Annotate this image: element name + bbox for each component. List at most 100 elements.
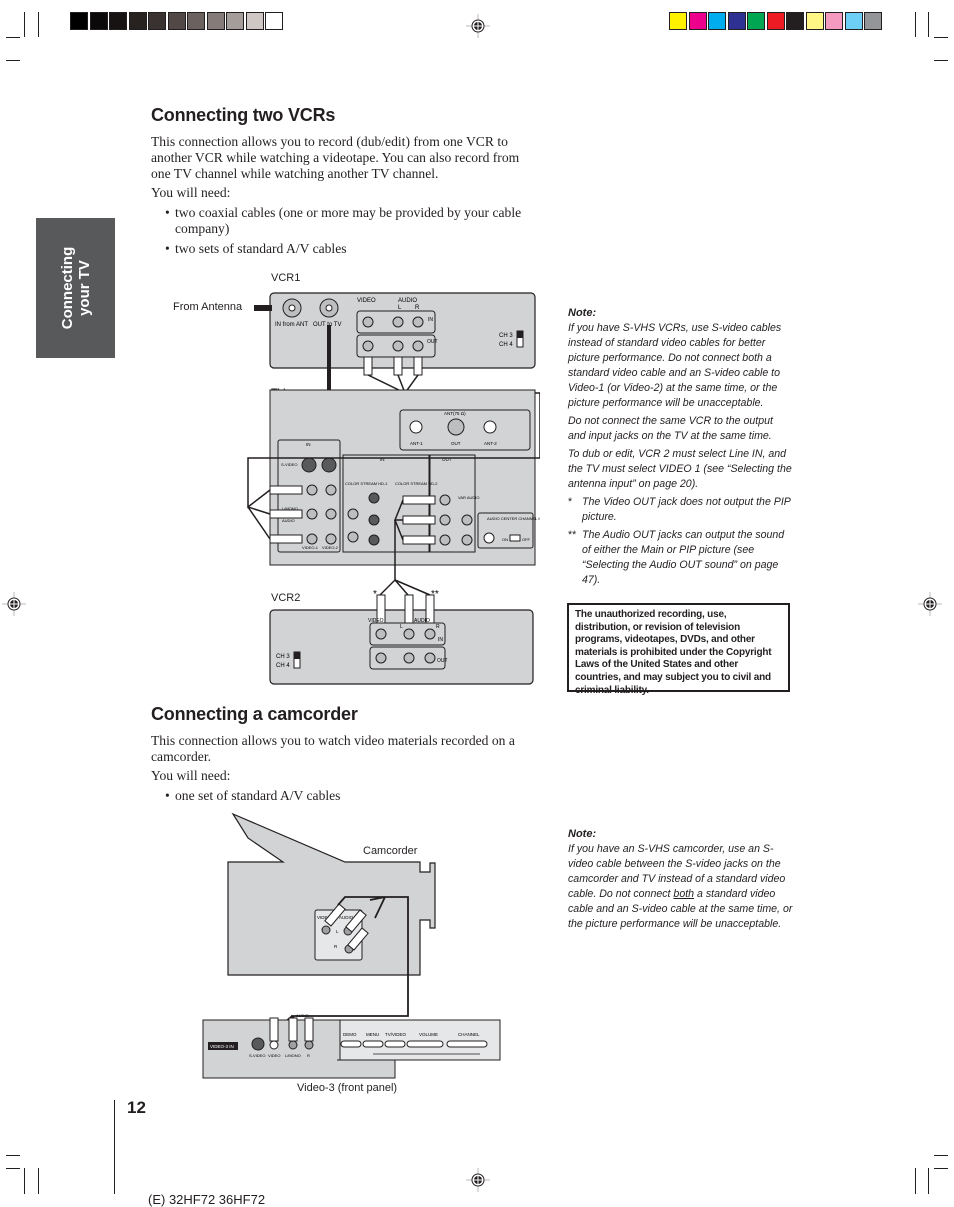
svg-text:R: R (307, 1053, 310, 1058)
svg-text:S-VIDEO: S-VIDEO (249, 1053, 265, 1058)
svg-text:ANT(75 Ω): ANT(75 Ω) (444, 411, 466, 416)
footnote-1: * The Video OUT jack does not output the … (568, 496, 791, 523)
color-swatch (265, 12, 283, 30)
svg-text:VIDEO-2: VIDEO-2 (322, 545, 339, 550)
section2-body: This connection allows you to watch vide… (151, 733, 541, 808)
crop-mark (934, 60, 948, 61)
svg-text:R: R (436, 624, 440, 630)
note-heading: Note: (568, 307, 597, 319)
svg-text:VIDEO: VIDEO (368, 618, 384, 624)
copyright-warning-box: The unauthorized recording, use, distrib… (567, 603, 790, 696)
svg-text:COLOR STREAM HD-1: COLOR STREAM HD-1 (345, 481, 388, 486)
svg-text:OUT: OUT (427, 339, 438, 345)
note-paragraph: If you have an S-VHS camcorder, use an S… (568, 843, 793, 930)
front-video-jack (269, 1040, 279, 1050)
svg-text:VIDEO-1: VIDEO-1 (302, 545, 319, 550)
front-l-mono-jack (288, 1040, 298, 1050)
need-item: one set of standard A/V cables (151, 788, 541, 804)
note-heading: Note: (568, 828, 597, 840)
crop-mark (934, 1155, 948, 1156)
vcr1-in-from-ant-text: IN from ANT (275, 322, 308, 328)
tv-ant2-jack (483, 420, 497, 434)
svg-text:ON: ON (502, 537, 508, 542)
color-swatch (747, 12, 765, 30)
color-swatch (786, 12, 804, 30)
note-paragraph: To dub or edit, VCR 2 must select Line I… (568, 448, 792, 490)
svg-text:DEMO: DEMO (343, 1032, 357, 1037)
note-vcr: Note: If you have S-VHS VCRs, use S-vide… (568, 306, 793, 591)
color-swatch (864, 12, 882, 30)
svg-text:IN: IN (306, 442, 311, 447)
crop-mark (38, 1168, 39, 1194)
svg-text:AUDIO: AUDIO (414, 618, 430, 624)
tv-video-button (384, 1040, 406, 1048)
svg-text:L/MONO: L/MONO (285, 1053, 301, 1058)
svg-text:VIDEO: VIDEO (268, 1053, 280, 1058)
svg-text:TV/VIDEO: TV/VIDEO (385, 1032, 407, 1037)
crop-mark (915, 12, 916, 37)
section1-intro: This connection allows you to record (du… (151, 134, 520, 181)
registration-mark-icon (918, 592, 942, 616)
color-swatch (89, 12, 108, 30)
svg-text:VAR AUDIO: VAR AUDIO (458, 495, 480, 500)
color-swatch (148, 12, 166, 30)
from-antenna-label: From Antenna (173, 301, 243, 313)
front-r-jack (304, 1040, 314, 1050)
section-title-two-vcrs: Connecting two VCRs (151, 105, 336, 125)
color-swatch (727, 12, 746, 30)
demo-button (340, 1040, 362, 1048)
svg-text:R: R (415, 305, 420, 311)
crop-mark (24, 1168, 25, 1194)
crop-mark (928, 12, 929, 37)
crop-mark (928, 1168, 929, 1194)
need-item: two sets of standard A/V cables (151, 241, 541, 257)
page-number: 12 (127, 1098, 146, 1117)
model-number: (E) 32HF72 36HF72 (148, 1192, 266, 1207)
color-swatch (766, 12, 785, 30)
color-swatch (805, 12, 824, 30)
color-swatch (688, 12, 707, 30)
svg-text:S-VIDEO: S-VIDEO (281, 462, 297, 467)
video3-in-label: VIDEO-3 IN (210, 1044, 234, 1049)
svg-text:IN: IN (428, 317, 433, 323)
vcr2-ch3-text: CH 3 (276, 654, 290, 660)
note-paragraph: Do not connect the same VCR to the outpu… (568, 415, 773, 442)
note-camcorder: Note: If you have an S-VHS camcorder, us… (568, 827, 793, 935)
color-swatch (825, 12, 843, 30)
side-tab-line1: Connecting (58, 246, 76, 330)
svg-text:AUDIO: AUDIO (296, 1013, 309, 1018)
registration-mark-icon (2, 592, 26, 616)
svg-text:L: L (400, 624, 403, 630)
section2-intro: This connection allows you to watch vide… (151, 733, 515, 764)
color-swatch (669, 12, 687, 30)
svg-text:CHANNEL: CHANNEL (458, 1032, 480, 1037)
need-item: two coaxial cables (one or more may be p… (151, 205, 541, 237)
crop-mark (915, 1168, 916, 1194)
vcr1-video-text: VIDEO (357, 298, 376, 304)
vcr1-audio-text: AUDIO (398, 298, 417, 304)
section2-need-label: You will need: (151, 768, 231, 783)
crop-mark (934, 37, 948, 38)
footnote-2: ** The Audio OUT jacks can output the sou… (568, 529, 785, 586)
registration-mark-icon (466, 1168, 490, 1192)
svg-text:OFF: OFF (522, 537, 531, 542)
svg-text:ANT-1: ANT-1 (410, 441, 423, 446)
color-swatch (128, 12, 147, 30)
crop-mark (6, 1168, 20, 1169)
crop-mark (6, 60, 20, 61)
crop-mark (6, 1155, 20, 1156)
vcr2-ch4-text: CH 4 (276, 663, 290, 669)
svg-text:VOLUME: VOLUME (419, 1032, 438, 1037)
registration-mark-icon (466, 14, 490, 38)
svg-text:IN: IN (438, 637, 443, 643)
svg-text:MENU: MENU (366, 1032, 379, 1037)
margin-rule (114, 1100, 115, 1194)
antenna-cable (254, 305, 272, 311)
crop-mark (38, 12, 39, 37)
crop-mark (6, 37, 20, 38)
color-swatch (167, 12, 186, 30)
section-title-camcorder: Connecting a camcorder (151, 704, 358, 724)
s-video1-jack (301, 457, 317, 473)
svg-text:OUT: OUT (437, 658, 448, 664)
tv-ant-out-jack (447, 418, 465, 436)
